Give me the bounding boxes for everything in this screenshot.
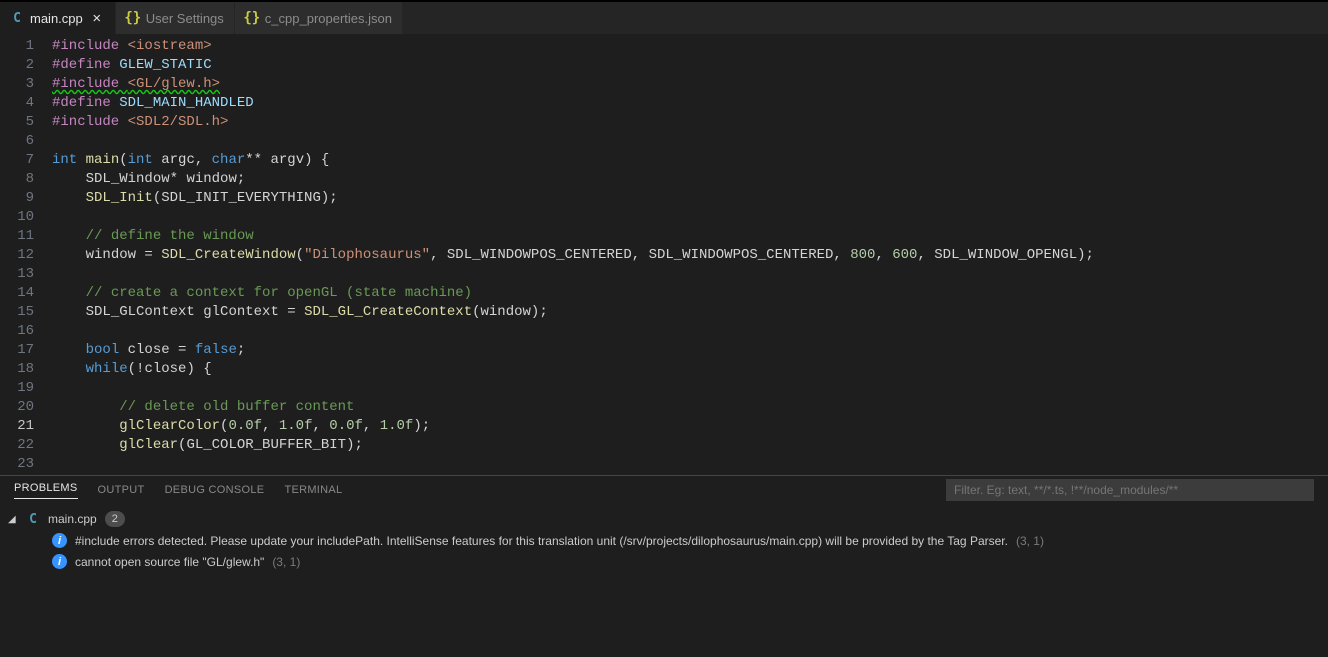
line-number: 22 [0, 436, 34, 455]
editor-tabs: C main.cpp × {} User Settings {} c_cpp_p… [0, 2, 1328, 34]
tab-label: main.cpp [30, 11, 83, 26]
info-icon: i [52, 554, 67, 569]
problem-item[interactable]: i cannot open source file "GL/glew.h" (3… [4, 551, 1324, 572]
line-number: 12 [0, 246, 34, 265]
line-number: 15 [0, 303, 34, 322]
code-line[interactable] [52, 455, 1328, 474]
panel-tabs: PROBLEMS OUTPUT DEBUG CONSOLE TERMINAL [0, 476, 1328, 504]
line-number: 14 [0, 284, 34, 303]
code-line[interactable]: #include <SDL2/SDL.h> [52, 113, 1328, 132]
line-number: 3 [0, 75, 34, 94]
json-file-icon: {} [245, 11, 259, 25]
problems-file-header[interactable]: ◢ C main.cpp 2 [4, 508, 1324, 530]
panel-tab-debug-console[interactable]: DEBUG CONSOLE [165, 484, 265, 496]
tab-main-cpp[interactable]: C main.cpp × [0, 2, 116, 34]
code-line[interactable]: int main(int argc, char** argv) { [52, 151, 1328, 170]
code-line[interactable]: glClear(GL_COLOR_BUFFER_BIT); [52, 436, 1328, 455]
code-line[interactable]: window = SDL_CreateWindow("Dilophosaurus… [52, 246, 1328, 265]
code-line[interactable]: SDL_Init(SDL_INIT_EVERYTHING); [52, 189, 1328, 208]
problem-count-badge: 2 [105, 511, 125, 527]
line-number: 23 [0, 455, 34, 474]
line-number: 19 [0, 379, 34, 398]
code-line[interactable]: glClearColor(0.0f, 1.0f, 0.0f, 1.0f); [52, 417, 1328, 436]
problems-filter-input[interactable] [946, 479, 1314, 501]
problems-list: ◢ C main.cpp 2 i #include errors detecte… [0, 504, 1328, 657]
line-number: 6 [0, 132, 34, 151]
line-number-gutter: 1234567891011121314151617181920212223 [0, 34, 52, 475]
cpp-file-icon: C [10, 11, 24, 25]
line-number: 5 [0, 113, 34, 132]
line-number: 1 [0, 37, 34, 56]
code-line[interactable]: #include <GL/glew.h> [52, 75, 1328, 94]
code-line[interactable] [52, 322, 1328, 341]
code-line[interactable] [52, 132, 1328, 151]
code-line[interactable]: while(!close) { [52, 360, 1328, 379]
line-number: 9 [0, 189, 34, 208]
panel-tab-output[interactable]: OUTPUT [98, 484, 145, 496]
cpp-file-icon: C [26, 512, 40, 526]
tab-label: User Settings [146, 11, 224, 26]
chevron-down-icon: ◢ [8, 514, 18, 525]
problems-file-name: main.cpp [48, 512, 97, 526]
line-number: 16 [0, 322, 34, 341]
tab-c-cpp-properties[interactable]: {} c_cpp_properties.json [235, 2, 403, 34]
line-number: 11 [0, 227, 34, 246]
panel-tab-problems[interactable]: PROBLEMS [14, 482, 78, 499]
tab-label: c_cpp_properties.json [265, 11, 392, 26]
code-editor[interactable]: 1234567891011121314151617181920212223 #i… [0, 34, 1328, 475]
code-line[interactable]: // define the window [52, 227, 1328, 246]
info-icon: i [52, 533, 67, 548]
tab-user-settings[interactable]: {} User Settings [116, 2, 235, 34]
code-line[interactable]: // delete old buffer content [52, 398, 1328, 417]
problem-item[interactable]: i #include errors detected. Please updat… [4, 530, 1324, 551]
panel-tab-terminal[interactable]: TERMINAL [284, 484, 342, 496]
code-line[interactable]: // create a context for openGL (state ma… [52, 284, 1328, 303]
line-number: 21 [0, 417, 34, 436]
line-number: 18 [0, 360, 34, 379]
code-line[interactable]: #define SDL_MAIN_HANDLED [52, 94, 1328, 113]
code-content[interactable]: #include <iostream>#define GLEW_STATIC#i… [52, 34, 1328, 475]
code-line[interactable]: #define GLEW_STATIC [52, 56, 1328, 75]
code-line[interactable]: SDL_GLContext glContext = SDL_GL_CreateC… [52, 303, 1328, 322]
line-number: 2 [0, 56, 34, 75]
line-number: 20 [0, 398, 34, 417]
line-number: 4 [0, 94, 34, 113]
problem-location: (3, 1) [272, 555, 300, 569]
code-line[interactable] [52, 265, 1328, 284]
problem-message: #include errors detected. Please update … [75, 534, 1008, 548]
line-number: 8 [0, 170, 34, 189]
bottom-panel: PROBLEMS OUTPUT DEBUG CONSOLE TERMINAL ◢… [0, 475, 1328, 657]
line-number: 7 [0, 151, 34, 170]
problem-location: (3, 1) [1016, 534, 1044, 548]
line-number: 17 [0, 341, 34, 360]
json-file-icon: {} [126, 11, 140, 25]
line-number: 10 [0, 208, 34, 227]
line-number: 13 [0, 265, 34, 284]
code-line[interactable]: #include <iostream> [52, 37, 1328, 56]
code-line[interactable] [52, 379, 1328, 398]
code-line[interactable]: bool close = false; [52, 341, 1328, 360]
close-icon[interactable]: × [89, 11, 105, 26]
code-line[interactable]: SDL_Window* window; [52, 170, 1328, 189]
problem-message: cannot open source file "GL/glew.h" [75, 555, 264, 569]
code-line[interactable] [52, 208, 1328, 227]
